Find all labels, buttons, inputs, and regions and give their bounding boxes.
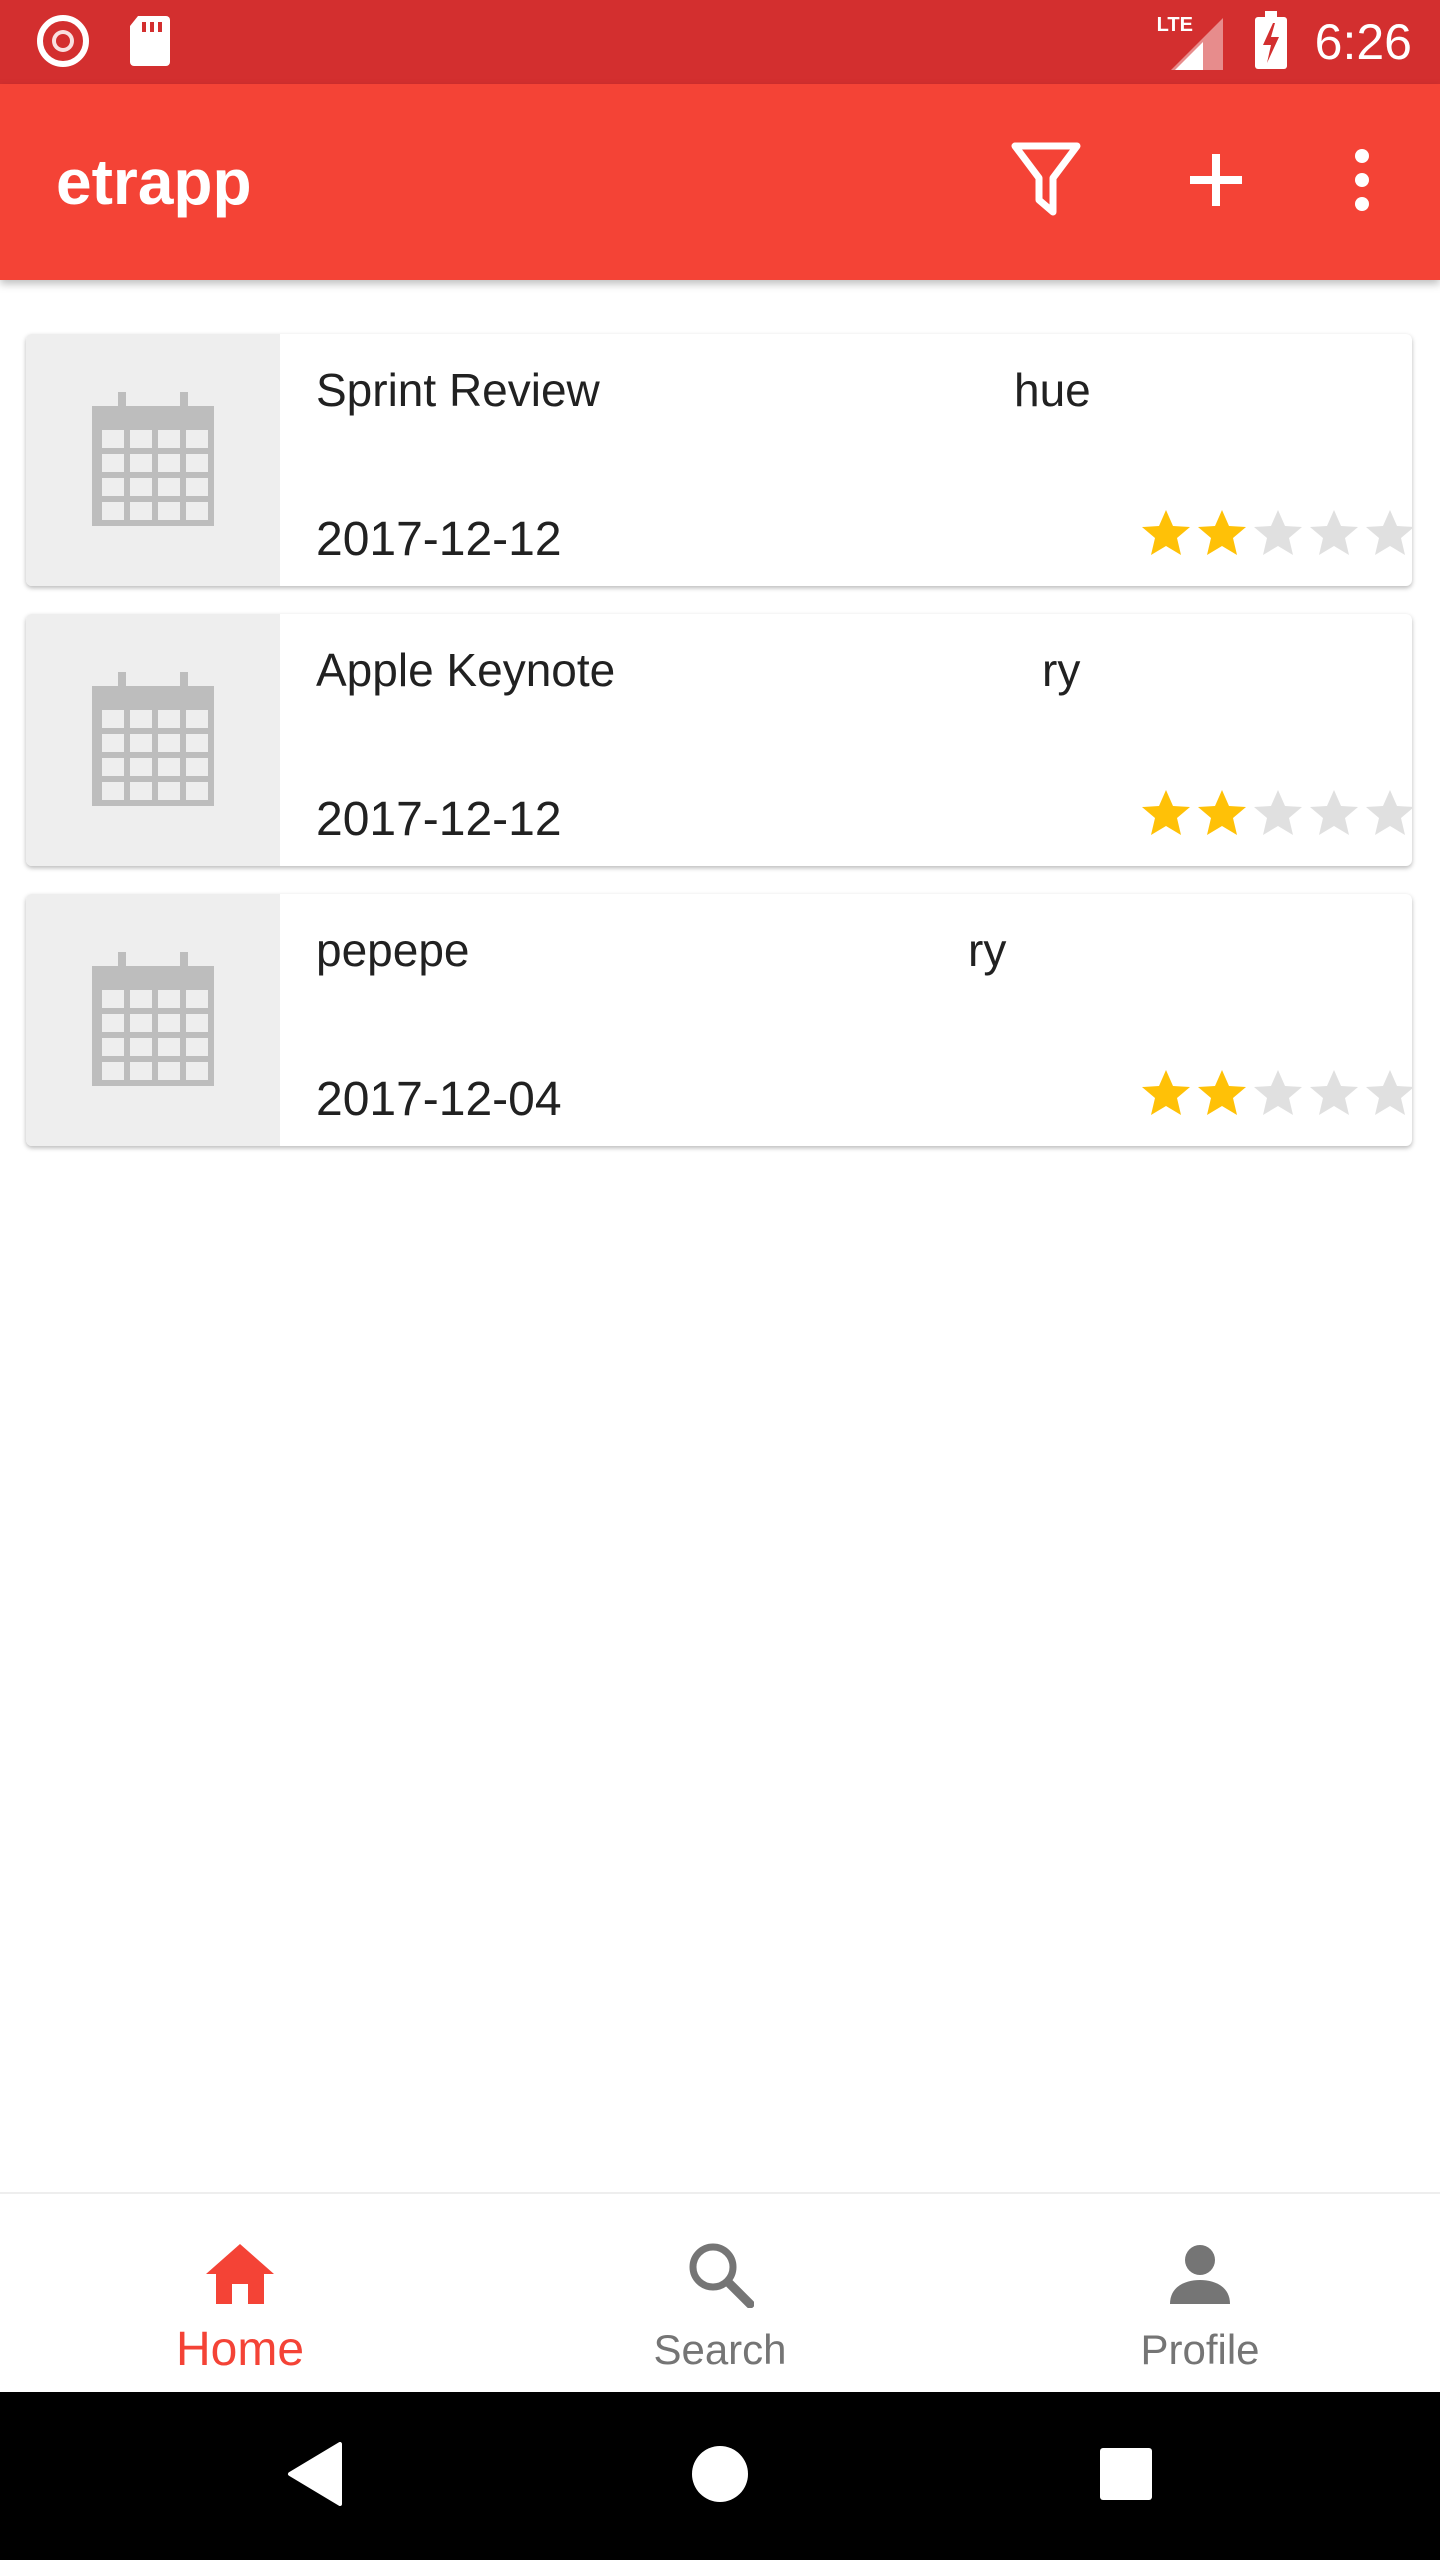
status-time: 6:26	[1314, 14, 1412, 70]
record-icon	[36, 14, 90, 73]
recents-button[interactable]	[1076, 2426, 1176, 2526]
nav-item-search[interactable]: Search	[480, 2194, 960, 2394]
calendar-icon	[26, 894, 280, 1146]
star-empty-icon	[1250, 1066, 1306, 1122]
event-card[interactable]: Apple Keynote ry 2017-12-12	[26, 614, 1412, 866]
filter-icon	[1011, 142, 1081, 223]
battery-charging-icon	[1253, 10, 1289, 74]
calendar-icon	[26, 334, 280, 586]
event-title: Sprint Review	[316, 364, 600, 416]
event-date: 2017-12-04	[316, 1073, 562, 1126]
recents-square-icon	[1098, 2446, 1154, 2507]
event-list: Sprint Review hue 2017-12-12 Apple Keynote r…	[26, 334, 1412, 1174]
back-triangle-icon	[286, 2441, 346, 2511]
star-empty-icon	[1306, 786, 1362, 842]
star-empty-icon	[1362, 1066, 1412, 1122]
more-vert-icon	[1352, 148, 1372, 217]
star-filled-icon	[1194, 786, 1250, 842]
event-title: Apple Keynote	[316, 644, 616, 696]
star-filled-icon	[1138, 506, 1194, 562]
more-options-button[interactable]	[1314, 134, 1410, 230]
home-icon	[200, 2234, 280, 2314]
event-secondary-text: ry	[968, 924, 1007, 976]
event-title: pepepe	[316, 924, 470, 976]
rating-stars	[1138, 506, 1412, 562]
event-date: 2017-12-12	[316, 513, 562, 566]
calendar-icon	[26, 614, 280, 866]
event-secondary-text: ry	[1042, 644, 1081, 696]
add-button[interactable]	[1168, 134, 1264, 230]
star-filled-icon	[1138, 1066, 1194, 1122]
nav-label-home: Home	[175, 2323, 305, 2376]
star-filled-icon	[1194, 506, 1250, 562]
rating-stars	[1138, 1066, 1412, 1122]
home-system-button[interactable]	[670, 2426, 770, 2526]
nav-item-home[interactable]: Home	[0, 2194, 480, 2394]
star-filled-icon	[1138, 786, 1194, 842]
event-card[interactable]: Sprint Review hue 2017-12-12	[26, 334, 1412, 586]
rating-stars	[1138, 786, 1412, 842]
network-type-label: LTE	[1156, 14, 1193, 36]
star-empty-icon	[1362, 786, 1412, 842]
status-bar: LTE 6:26	[0, 0, 1440, 84]
star-empty-icon	[1362, 506, 1412, 562]
bottom-navigation: Home Search Profile	[0, 2192, 1440, 2392]
screen: LTE 6:26 etrapp Sprint Review hue 2017-1…	[0, 0, 1440, 2560]
home-circle-icon	[690, 2444, 750, 2509]
star-filled-icon	[1194, 1066, 1250, 1122]
sd-card-icon	[128, 14, 172, 73]
nav-item-profile[interactable]: Profile	[960, 2194, 1440, 2394]
system-navigation-bar	[0, 2392, 1440, 2560]
nav-label-search: Search	[653, 2326, 787, 2373]
search-icon	[680, 2234, 760, 2314]
person-icon	[1160, 2234, 1240, 2314]
star-empty-icon	[1306, 506, 1362, 562]
back-button[interactable]	[266, 2426, 366, 2526]
plus-icon	[1188, 152, 1244, 213]
signal-icon: LTE	[1157, 12, 1227, 72]
event-secondary-text: hue	[1014, 364, 1091, 416]
filter-button[interactable]	[998, 134, 1094, 230]
star-empty-icon	[1250, 786, 1306, 842]
app-bar: etrapp	[0, 84, 1440, 280]
event-date: 2017-12-12	[316, 793, 562, 846]
star-empty-icon	[1250, 506, 1306, 562]
nav-label-profile: Profile	[1140, 2326, 1260, 2373]
star-empty-icon	[1306, 1066, 1362, 1122]
app-title: etrapp	[56, 146, 252, 218]
event-card[interactable]: pepepe ry 2017-12-04	[26, 894, 1412, 1146]
